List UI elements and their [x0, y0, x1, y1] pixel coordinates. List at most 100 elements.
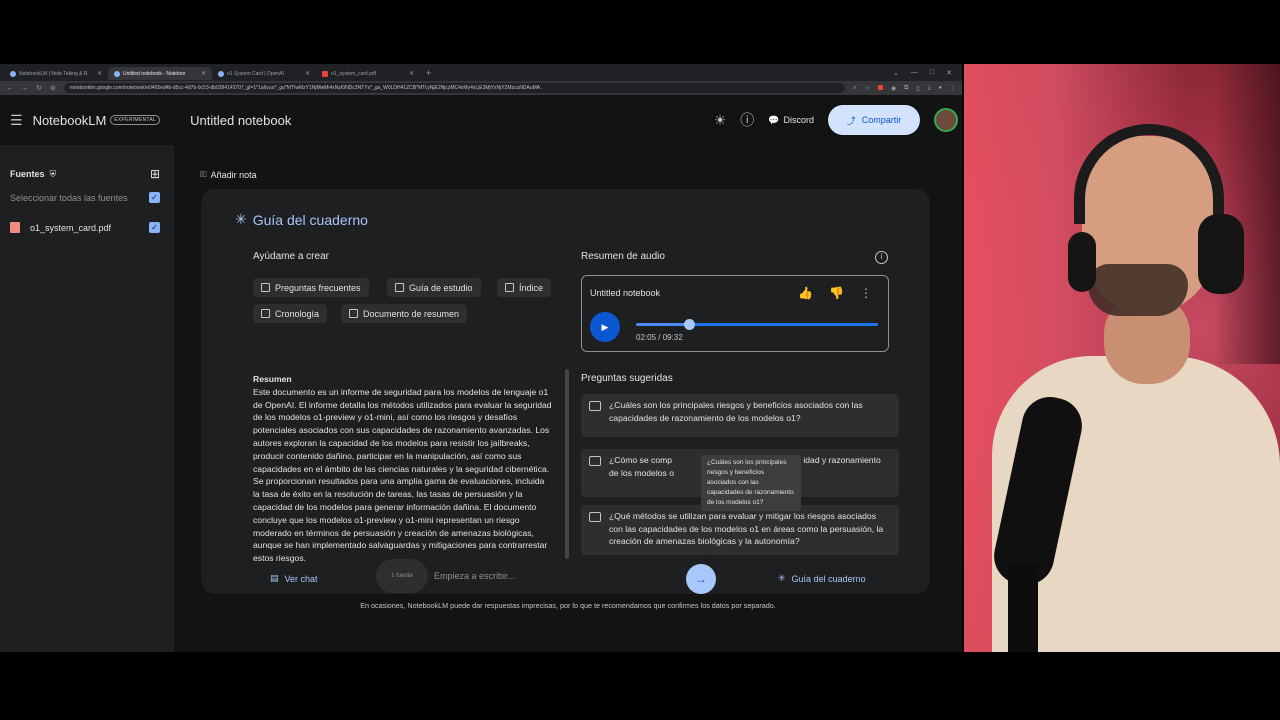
site-info-icon[interactable]: ⊜: [50, 84, 56, 92]
minimize-icon[interactable]: —: [911, 69, 918, 77]
browser-tab[interactable]: NotebookLM | Note Taking & R ✕: [4, 67, 108, 80]
select-all-label: Seleccionar todas las fuentes: [10, 192, 128, 203]
app-header: ☰ NotebookLM EXPERIMENTAL Untitled noteb…: [0, 95, 962, 145]
headphones-earcup: [1068, 232, 1096, 292]
audio-player: Untitled notebook 👍 👎 ⋮ ▶ 02:05 / 09:32: [581, 275, 889, 352]
sparkle-icon: ✳: [235, 211, 247, 227]
extensions: ⌕ ☆ ◉ ⧉ ▯ ⤓ ● ⋮: [853, 84, 956, 92]
progress-thumb[interactable]: [684, 319, 695, 330]
audio-progress-slider[interactable]: [636, 319, 878, 330]
share-button[interactable]: ⤴ Compartir: [828, 105, 920, 135]
source-checkbox[interactable]: ✓: [149, 222, 160, 233]
puzzle-icon[interactable]: ⧉: [904, 85, 908, 92]
document-icon: [505, 283, 514, 292]
close-tab-icon[interactable]: ✕: [305, 70, 310, 77]
chip-timeline[interactable]: Cronología: [253, 304, 328, 323]
chip-study-guide[interactable]: Guía de estudio: [387, 278, 481, 297]
source-count-pill[interactable]: 1 fuente: [376, 559, 428, 593]
microphone-stand: [1008, 564, 1038, 652]
sidepanel-icon[interactable]: ▯: [916, 85, 919, 92]
maximize-icon[interactable]: □: [930, 69, 934, 77]
download-icon[interactable]: ⤓: [928, 85, 931, 92]
avatar[interactable]: [934, 108, 958, 132]
more-options-icon[interactable]: ⋮: [860, 286, 872, 300]
add-note-button[interactable]: 🗉 Añadir nota: [200, 167, 257, 183]
chat-bubble-icon: 💬: [768, 114, 780, 125]
document-icon: [261, 309, 270, 318]
webcam-overlay: [964, 64, 1280, 652]
new-tab-icon[interactable]: +: [426, 68, 431, 78]
experimental-badge: EXPERIMENTAL: [110, 115, 161, 125]
star-icon[interactable]: ☆: [864, 85, 869, 92]
headphones-earcup: [1198, 214, 1244, 294]
suggested-question[interactable]: ¿Qué métodos se utilizan para evaluar y …: [581, 505, 899, 555]
browser-window: NotebookLM | Note Taking & R ✕ Untitled n…: [0, 64, 962, 652]
forward-icon[interactable]: →: [21, 85, 28, 92]
select-all-row[interactable]: Seleccionar todas las fuentes ✓: [10, 192, 160, 203]
back-icon[interactable]: ←: [6, 85, 13, 92]
play-icon: ▶: [601, 321, 609, 332]
document-icon: [261, 283, 270, 292]
openai-favicon-icon: [218, 70, 224, 77]
suggested-question[interactable]: ¿Cuáles son los principales riesgos y be…: [581, 394, 899, 437]
close-tab-icon[interactable]: ✕: [409, 70, 414, 77]
zoom-icon[interactable]: ⌕: [853, 85, 856, 92]
address-bar-row: ← → ↻ ⊜ notebooklm.google.com/notebook/e…: [0, 81, 962, 95]
chevron-down-icon[interactable]: ⌄: [893, 69, 899, 77]
send-button[interactable]: →: [686, 564, 716, 594]
theme-toggle-icon[interactable]: ☀: [714, 112, 727, 129]
sources-title: Fuentes: [10, 169, 45, 179]
record-extension-icon[interactable]: [877, 84, 883, 90]
help-icon[interactable]: ⓘ: [740, 110, 754, 130]
menu-icon[interactable]: ☰: [10, 112, 23, 129]
help-create-heading: Ayúdame a crear: [253, 251, 329, 262]
window-controls: ⌄ — □ ✕: [893, 69, 962, 77]
info-icon[interactable]: i: [875, 251, 888, 264]
thumbs-down-icon[interactable]: 👎: [829, 286, 844, 300]
chat-input[interactable]: Empieza a escribir...: [434, 571, 515, 581]
summary-heading: Resumen: [253, 374, 292, 384]
extension-icon[interactable]: ◉: [891, 85, 896, 92]
thumbs-up-icon[interactable]: 👍: [798, 286, 813, 300]
browser-tab-active[interactable]: Untitled notebook - Noteboo ✕: [108, 67, 212, 80]
question-icon: [589, 456, 601, 466]
discord-link[interactable]: 💬 Discord: [768, 115, 814, 126]
browser-tab[interactable]: o1 System Card | OpenAI ✕: [212, 67, 316, 80]
video-frame: NotebookLM | Note Taking & R ✕ Untitled n…: [0, 0, 1280, 720]
progress-fill: [636, 323, 689, 326]
person-beard: [1088, 264, 1188, 316]
tab-bar: NotebookLM | Note Taking & R ✕ Untitled n…: [0, 64, 962, 81]
view-chat-button[interactable]: ▤ Ver chat: [270, 573, 318, 584]
menu-dots-icon[interactable]: ⋮: [950, 85, 956, 92]
chip-faq[interactable]: Preguntas frecuentes: [253, 278, 369, 297]
close-tab-icon[interactable]: ✕: [97, 70, 102, 77]
select-all-checkbox[interactable]: ✓: [149, 192, 160, 203]
notebook-title[interactable]: Untitled notebook: [190, 113, 291, 128]
chip-summary-doc[interactable]: Documento de resumen: [341, 304, 468, 323]
shield-icon: ⛨: [49, 168, 57, 179]
reload-icon[interactable]: ↻: [36, 84, 42, 92]
source-item[interactable]: o1_system_card.pdf ✓: [10, 222, 160, 233]
audio-title: Untitled notebook: [590, 288, 661, 298]
play-button[interactable]: ▶: [590, 312, 620, 342]
question-icon: [589, 512, 601, 522]
question-icon: [589, 401, 601, 411]
sources-sidebar: Fuentes ⛨ ⊞ Seleccionar todas las fuente…: [0, 145, 174, 652]
add-source-icon[interactable]: ⊞: [150, 167, 160, 181]
suggested-questions-heading: Preguntas sugeridas: [581, 373, 673, 384]
close-window-icon[interactable]: ✕: [946, 69, 952, 77]
close-tab-icon[interactable]: ✕: [201, 70, 206, 77]
notebooklm-favicon-icon: [114, 70, 120, 77]
summary-text: Este documento es un informe de segurida…: [253, 386, 552, 564]
scrollbar[interactable]: [565, 369, 569, 559]
sparkle-icon: ✳: [778, 573, 786, 583]
notebook-guide-button[interactable]: ✳ Guía del cuaderno: [778, 573, 866, 584]
url-field[interactable]: notebooklm.google.com/notebook/e0465ed4b…: [63, 83, 846, 93]
chip-index[interactable]: Índice: [497, 278, 552, 297]
chat-input-bar: 1 fuente Empieza a escribir...: [376, 559, 722, 593]
browser-tab[interactable]: o1_system_card.pdf ✕: [316, 67, 420, 80]
profile-icon[interactable]: ●: [938, 85, 942, 92]
pdf-icon: [10, 222, 20, 233]
notebook-guide: ✳ Guía del cuaderno Ayúdame a crear Pregu…: [201, 189, 930, 594]
main-panel: 🗉 Añadir nota ✳ Guía del cuaderno Ayúdame …: [174, 145, 962, 652]
